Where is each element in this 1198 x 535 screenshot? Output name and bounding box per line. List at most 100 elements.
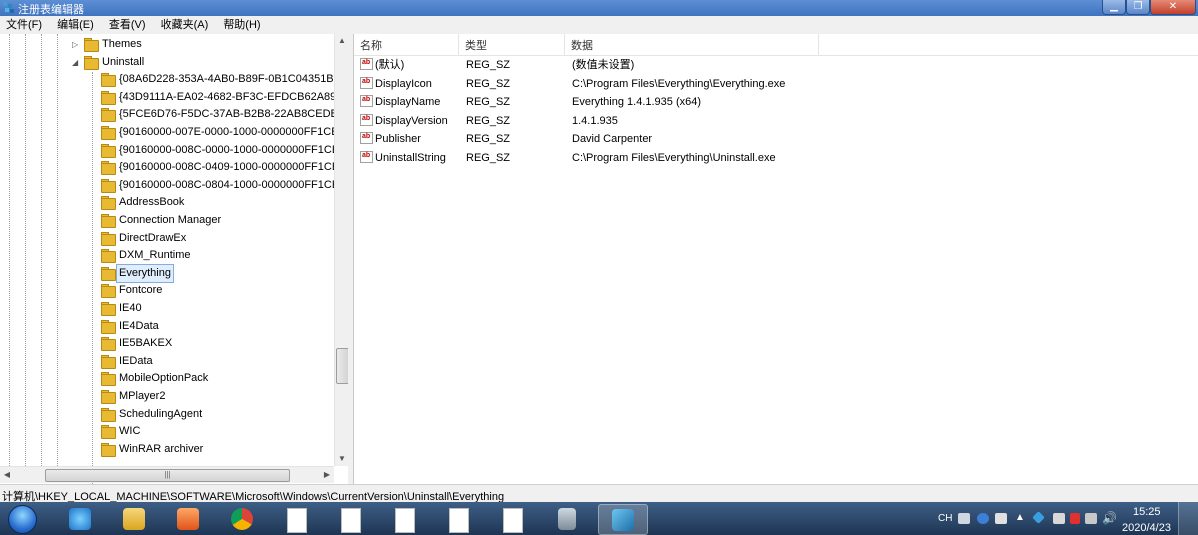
- network-icon[interactable]: [1032, 511, 1045, 524]
- tree-item-label: Uninstall: [102, 55, 145, 68]
- menu-view[interactable]: 查看(V): [103, 16, 152, 34]
- start-button[interactable]: [0, 502, 50, 535]
- value-type: REG_SZ: [466, 151, 511, 164]
- menu-favorites[interactable]: 收藏夹(A): [155, 16, 215, 34]
- folder-icon: [101, 196, 116, 211]
- volume-icon[interactable]: 🔊: [1102, 511, 1117, 525]
- tree-item-label: {43D9111A-EA02-4682-BF3C-EFDCB62A89: [119, 90, 337, 103]
- show-hidden-icons-icon[interactable]: ▲: [1015, 512, 1025, 523]
- value-row[interactable]: ab UninstallString REG_SZ C:\Program Files\…: [354, 149, 1198, 167]
- list-header: 名称 类型 数据: [354, 34, 1198, 56]
- scroll-down-icon[interactable]: ▼: [335, 452, 349, 466]
- tree-guide-line: [41, 34, 42, 466]
- minimize-icon: ▁: [1110, 1, 1118, 12]
- window-title: 注册表编辑器: [18, 4, 84, 16]
- language-indicator[interactable]: CH: [938, 513, 952, 524]
- scroll-up-icon[interactable]: ▲: [335, 34, 349, 48]
- taskbar-doc-2[interactable]: [326, 504, 374, 533]
- menu-help[interactable]: 帮助(H): [217, 16, 266, 34]
- folder-icon: [101, 302, 116, 316]
- taskbar-doc-4[interactable]: [434, 504, 482, 533]
- value-data: 1.4.1.935: [572, 114, 618, 127]
- scroll-left-icon[interactable]: ◀: [0, 467, 14, 483]
- keyboard-icon[interactable]: [958, 513, 970, 524]
- horizontal-scroll-thumb[interactable]: |||: [45, 469, 290, 482]
- scroll-right-icon[interactable]: ▶: [320, 467, 334, 483]
- menu-edit[interactable]: 编辑(E): [51, 16, 100, 34]
- value-name: DisplayVersion: [375, 114, 448, 127]
- taskbar-media[interactable]: [164, 504, 212, 533]
- tree-item-label: DirectDrawEx: [119, 231, 187, 244]
- value-type: REG_SZ: [466, 77, 511, 90]
- value-row[interactable]: ab DisplayIcon REG_SZ C:\Program Files\Ever…: [354, 75, 1198, 93]
- maximize-button[interactable]: ❐: [1126, 0, 1150, 15]
- folder-icon: [101, 231, 116, 246]
- close-button[interactable]: ✕: [1150, 0, 1196, 15]
- value-name: UninstallString: [375, 151, 446, 164]
- title-bar[interactable]: 注册表编辑器 ▁ ❐ ✕: [0, 0, 1198, 16]
- windows-logo-icon: [8, 505, 37, 534]
- tree-vertical-scrollbar[interactable]: ▲ ▼: [334, 34, 349, 466]
- action-center-icon[interactable]: [1053, 513, 1065, 524]
- folder-icon: [123, 508, 145, 530]
- taskbar-explorer[interactable]: [110, 504, 158, 533]
- tree-item-label: MPlayer2: [119, 390, 166, 402]
- taskbar-doc-3[interactable]: [380, 504, 428, 533]
- value-type: REG_SZ: [466, 96, 511, 108]
- recycle-bin-icon: [558, 508, 576, 530]
- tree-item-label: IEData: [119, 354, 153, 367]
- values-list[interactable]: 名称 类型 数据 ab (默认) REG_SZ (数值未设置) ab DisplayIco…: [354, 34, 1198, 484]
- clock-date[interactable]: 2020/4/23: [1122, 522, 1171, 534]
- column-header-data[interactable]: 数据: [565, 34, 819, 55]
- value-row[interactable]: ab DisplayVersion REG_SZ 1.4.1.935: [354, 112, 1198, 130]
- value-row[interactable]: ab Publisher REG_SZ David Carpenter: [354, 130, 1198, 148]
- flag-icon[interactable]: [1070, 513, 1080, 524]
- restore-icon: ❐: [1133, 1, 1143, 12]
- tree-item-label: SchedulingAgent: [119, 407, 203, 420]
- tree-guide-line: [25, 34, 26, 466]
- registry-tree[interactable]: ▷ Themes ◢ Uninstall {08A6D228-353A-4AB0-B89…: [0, 34, 349, 484]
- taskbar-chrome[interactable]: [218, 504, 266, 533]
- minimize-button[interactable]: ▁: [1102, 0, 1126, 15]
- folder-icon: [101, 143, 116, 158]
- value-type: REG_SZ: [466, 114, 511, 127]
- folder-icon: [101, 354, 116, 369]
- expanded-arrow-icon[interactable]: ◢: [72, 54, 78, 71]
- folder-icon: [101, 319, 116, 334]
- folder-icon: [101, 249, 116, 264]
- taskbar-doc-5[interactable]: [488, 504, 536, 533]
- folder-icon: [101, 108, 116, 123]
- taskbar-recycle[interactable]: [544, 504, 592, 533]
- tree-item-label: IE40: [119, 302, 142, 314]
- value-name: (默认): [375, 59, 405, 71]
- settings-icon[interactable]: [995, 513, 1007, 524]
- column-header-type[interactable]: 类型: [459, 34, 565, 55]
- value-name: DisplayIcon: [375, 77, 432, 90]
- value-data: (数值未设置): [572, 59, 635, 71]
- value-type: REG_SZ: [466, 59, 511, 71]
- value-row[interactable]: ab (默认) REG_SZ (数值未设置): [354, 56, 1198, 74]
- clock-time[interactable]: 15:25: [1133, 506, 1161, 518]
- folder-icon: [101, 90, 116, 105]
- tree-item-label: IE5BAKEX: [119, 337, 173, 350]
- help-icon[interactable]: [977, 513, 989, 524]
- show-desktop-button[interactable]: [1178, 502, 1198, 535]
- collapsed-arrow-icon[interactable]: ▷: [72, 36, 78, 53]
- tree-item-label: MobileOptionPack: [119, 372, 209, 385]
- tree-item-label: Everything: [116, 263, 174, 283]
- tree-guide-line: [92, 72, 93, 484]
- tree-horizontal-scrollbar[interactable]: ◀ ||| ▶: [0, 466, 334, 483]
- folder-icon: [101, 161, 116, 176]
- document-icon: [287, 508, 307, 533]
- column-header-name[interactable]: 名称: [354, 34, 459, 55]
- menu-file[interactable]: 文件(F): [0, 16, 48, 34]
- reg-string-icon: ab: [360, 132, 373, 144]
- taskbar-regedit[interactable]: [598, 504, 648, 535]
- folder-icon: [101, 126, 116, 140]
- tree-item-label: {90160000-008C-0409-1000-0000000FF1CE: [119, 161, 340, 174]
- tree-item-label: {08A6D228-353A-4AB0-B89F-0B1C04351B: [119, 73, 334, 86]
- taskbar-ie[interactable]: [56, 504, 104, 533]
- taskbar-doc-1[interactable]: [272, 504, 320, 533]
- display-icon[interactable]: [1085, 513, 1097, 524]
- value-row[interactable]: ab DisplayName REG_SZ Everything 1.4.1.935 …: [354, 93, 1198, 111]
